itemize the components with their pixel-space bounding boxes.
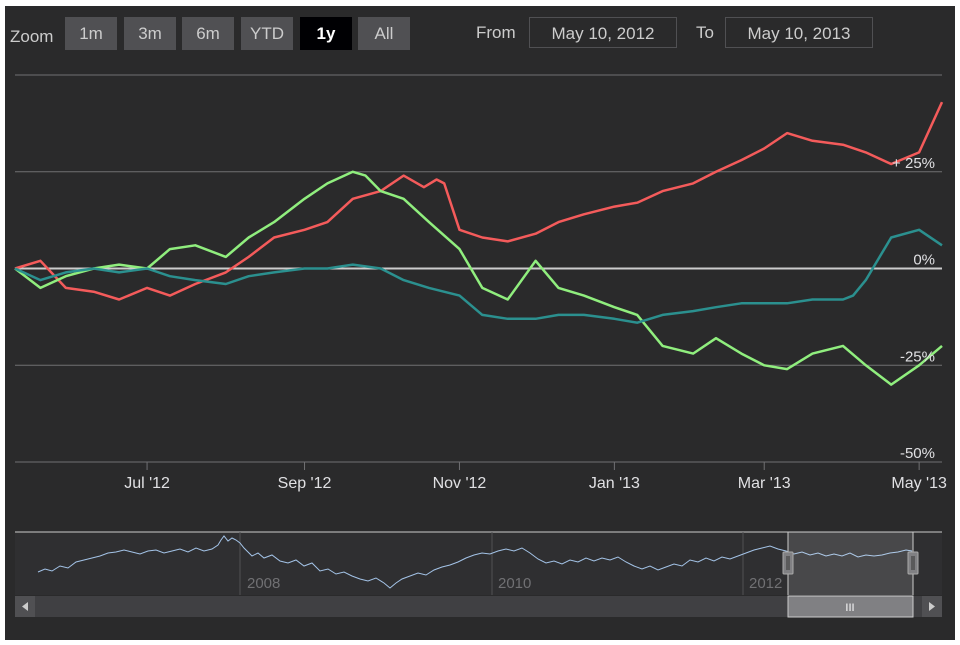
x-tick-label: Jul '12 bbox=[124, 475, 170, 492]
series-lines bbox=[14, 101, 944, 386]
y-tick-label: + 25% bbox=[892, 155, 935, 172]
navigator-year-label: 2008 bbox=[247, 575, 280, 592]
y-axis-labels: + 25% 0% -25% -50% bbox=[892, 155, 935, 462]
navigator[interactable]: 2008 2010 2012 bbox=[15, 531, 942, 595]
x-tick-label: Mar '13 bbox=[738, 475, 791, 492]
navigator-year-label: 2012 bbox=[749, 575, 782, 592]
grid-lines bbox=[15, 74, 942, 366]
scrollbar-grip-icon: III bbox=[845, 602, 854, 614]
series-line bbox=[14, 228, 943, 324]
x-tick-label: Sep '12 bbox=[278, 475, 332, 492]
x-tick-label: May '13 bbox=[891, 475, 947, 492]
chart-plot: Jul '12 Sep '12 Nov '12 Jan '13 Mar '13 May '… bbox=[14, 74, 947, 618]
scrollbar[interactable]: III bbox=[15, 595, 942, 618]
y-tick-label: -25% bbox=[900, 348, 935, 365]
y-tick-label: -50% bbox=[900, 445, 935, 462]
series-line bbox=[14, 170, 943, 386]
x-axis-ticks: Jul '12 Sep '12 Nov '12 Jan '13 Mar '13 May '… bbox=[124, 462, 947, 492]
navigator-left-handle[interactable] bbox=[782, 551, 794, 575]
navigator-year-label: 2010 bbox=[498, 575, 531, 592]
x-tick-label: Jan '13 bbox=[589, 475, 640, 492]
y-tick-label: 0% bbox=[913, 252, 935, 269]
navigator-selected-range[interactable] bbox=[788, 532, 913, 595]
navigator-right-handle[interactable] bbox=[907, 551, 919, 575]
x-tick-label: Nov '12 bbox=[433, 475, 487, 492]
